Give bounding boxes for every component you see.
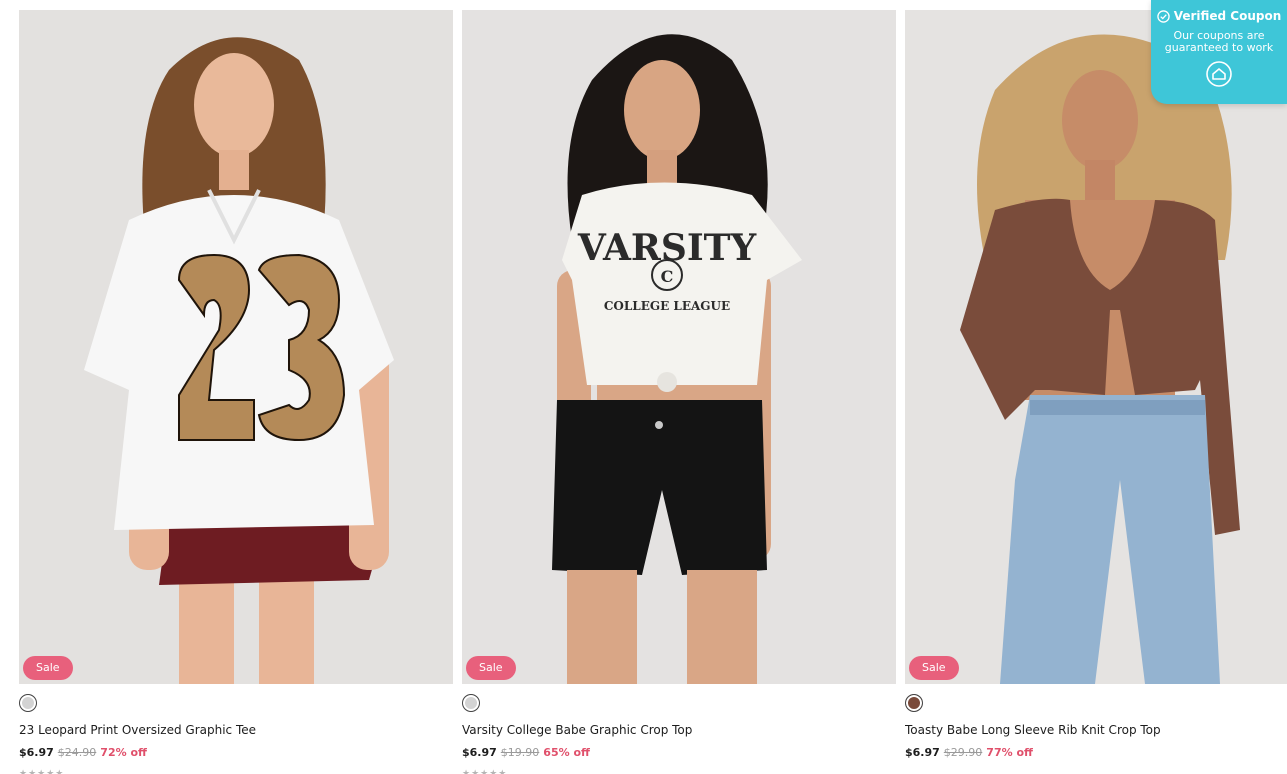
sale-badge: Sale (23, 656, 73, 680)
price-row: $6.97 $19.90 65% off (462, 746, 590, 759)
svg-text:C: C (661, 267, 674, 286)
original-price: $19.90 (500, 746, 540, 759)
sale-price: $6.97 (19, 746, 54, 759)
original-price: $29.90 (943, 746, 983, 759)
verified-coupon-widget[interactable]: Verified Coupon Our coupons are guarante… (1151, 0, 1287, 104)
sale-price: $6.97 (462, 746, 497, 759)
sale-price: $6.97 (905, 746, 940, 759)
check-circle-icon (1156, 9, 1170, 23)
product-title[interactable]: Varsity College Babe Graphic Crop Top (462, 723, 896, 737)
rating-stars: ★★★★★ (19, 768, 65, 774)
original-price: $24.90 (57, 746, 97, 759)
sale-badge: Sale (466, 656, 516, 680)
rating-stars: ★★★★★ (462, 768, 508, 774)
product-image[interactable]: Sale (905, 10, 1287, 684)
coupon-subtitle: Our coupons are guaranteed to work (1164, 29, 1274, 54)
product-title[interactable]: 23 Leopard Print Oversized Graphic Tee (19, 723, 453, 737)
price-row: $6.97 $29.90 77% off (905, 746, 1033, 759)
product-grid: Sale 23 Leopard Print Oversized Graphic … (0, 0, 1287, 774)
product-title[interactable]: Toasty Babe Long Sleeve Rib Knit Crop To… (905, 723, 1287, 737)
color-swatch[interactable] (19, 694, 37, 712)
product-card[interactable]: Sale 23 Leopard Print Oversized Graphic … (19, 10, 453, 774)
discount-percent: 77% off (986, 746, 1033, 759)
discount-percent: 65% off (543, 746, 590, 759)
sale-badge: Sale (909, 656, 959, 680)
coupon-title: Verified Coupon (1173, 9, 1282, 23)
home-icon[interactable] (1205, 60, 1233, 88)
svg-text:COLLEGE LEAGUE: COLLEGE LEAGUE (604, 299, 730, 313)
product-image[interactable]: VARSITY C COLLEGE LEAGUE Sale (462, 10, 896, 684)
product-card[interactable]: VARSITY C COLLEGE LEAGUE Sale Varsity Co… (462, 10, 896, 774)
discount-percent: 72% off (100, 746, 147, 759)
coupon-header: Verified Coupon (1151, 9, 1287, 23)
product-image[interactable]: Sale (19, 10, 453, 684)
svg-text:VARSITY: VARSITY (577, 227, 758, 269)
product-card[interactable]: Sale Toasty Babe Long Sleeve Rib Knit Cr… (905, 10, 1287, 759)
color-swatch[interactable] (905, 694, 923, 712)
color-swatch[interactable] (462, 694, 480, 712)
price-row: $6.97 $24.90 72% off (19, 746, 147, 759)
